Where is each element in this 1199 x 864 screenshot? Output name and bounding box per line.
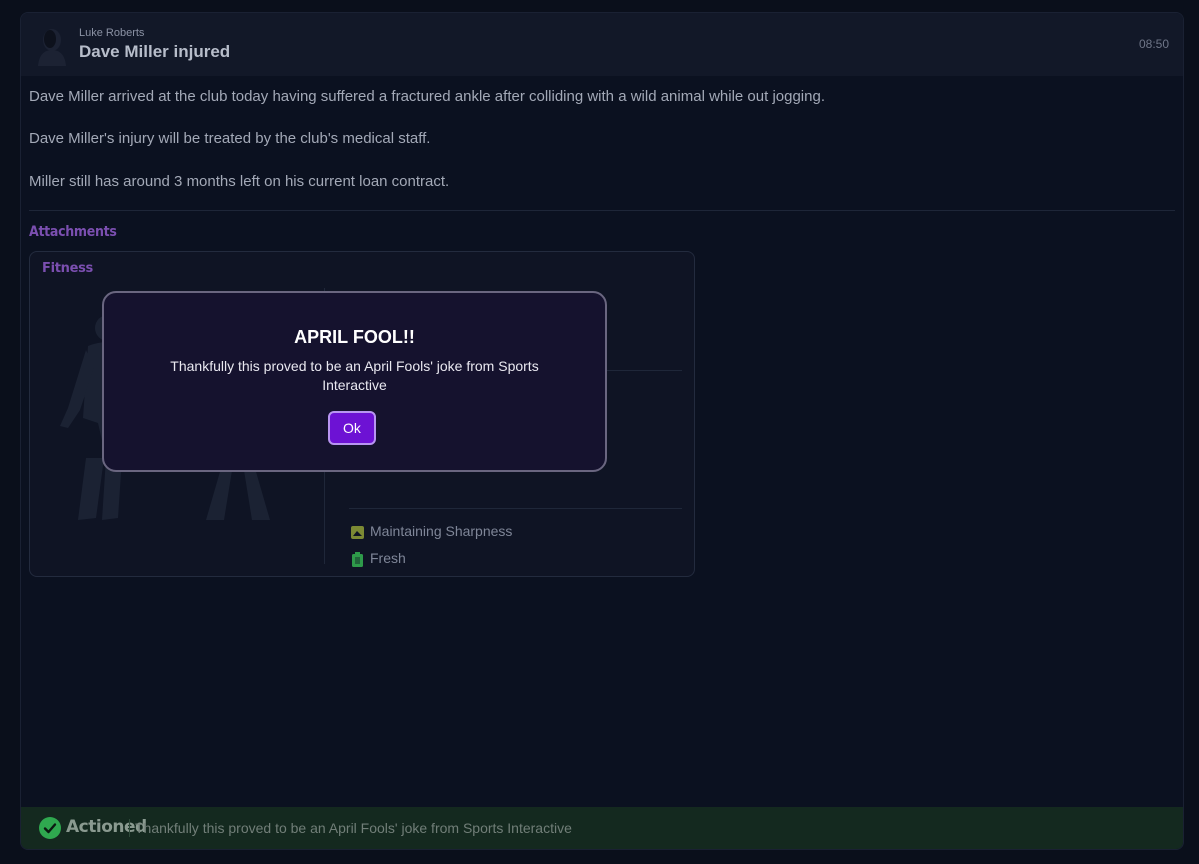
status-label: Maintaining Sharpness (370, 523, 513, 539)
checkmark-icon (39, 817, 61, 839)
footer-divider (129, 819, 130, 837)
card-divider (349, 508, 682, 509)
footer-message: Thankfully this proved to be an April Fo… (135, 820, 572, 836)
sharpness-icon (351, 525, 364, 539)
message-subject: Dave Miller injured (79, 42, 231, 61)
status-sharpness: Maintaining Sharpness (351, 523, 512, 539)
action-status-bar: Actioned Thankfully this proved to be an… (21, 807, 1183, 849)
fitness-title: Fitness (42, 261, 93, 276)
dialog-message: Thankfully this proved to be an April Fo… (170, 358, 539, 393)
battery-icon (352, 551, 363, 567)
section-divider (29, 210, 1175, 211)
april-fool-dialog: APRIL FOOL!! Thankfully this proved to b… (102, 291, 607, 472)
message-paragraph: Dave Miller arrived at the club today ha… (29, 88, 825, 105)
ok-button[interactable]: Ok (328, 411, 376, 445)
attachments-heading: Attachments (29, 224, 117, 240)
sender-avatar-icon[interactable] (35, 26, 69, 66)
message-time: 08:50 (1138, 37, 1169, 51)
status-label: Fresh (370, 550, 406, 566)
status-condition: Fresh (351, 550, 406, 567)
message-header: Luke Roberts Dave Miller injured 08:50 (21, 13, 1183, 76)
message-paragraph: Dave Miller's injury will be treated by … (29, 130, 431, 147)
message-paragraph: Miller still has around 3 months left on… (29, 173, 450, 190)
sender-name[interactable]: Luke Roberts (79, 27, 144, 39)
dialog-title: APRIL FOOL!! (294, 327, 415, 347)
